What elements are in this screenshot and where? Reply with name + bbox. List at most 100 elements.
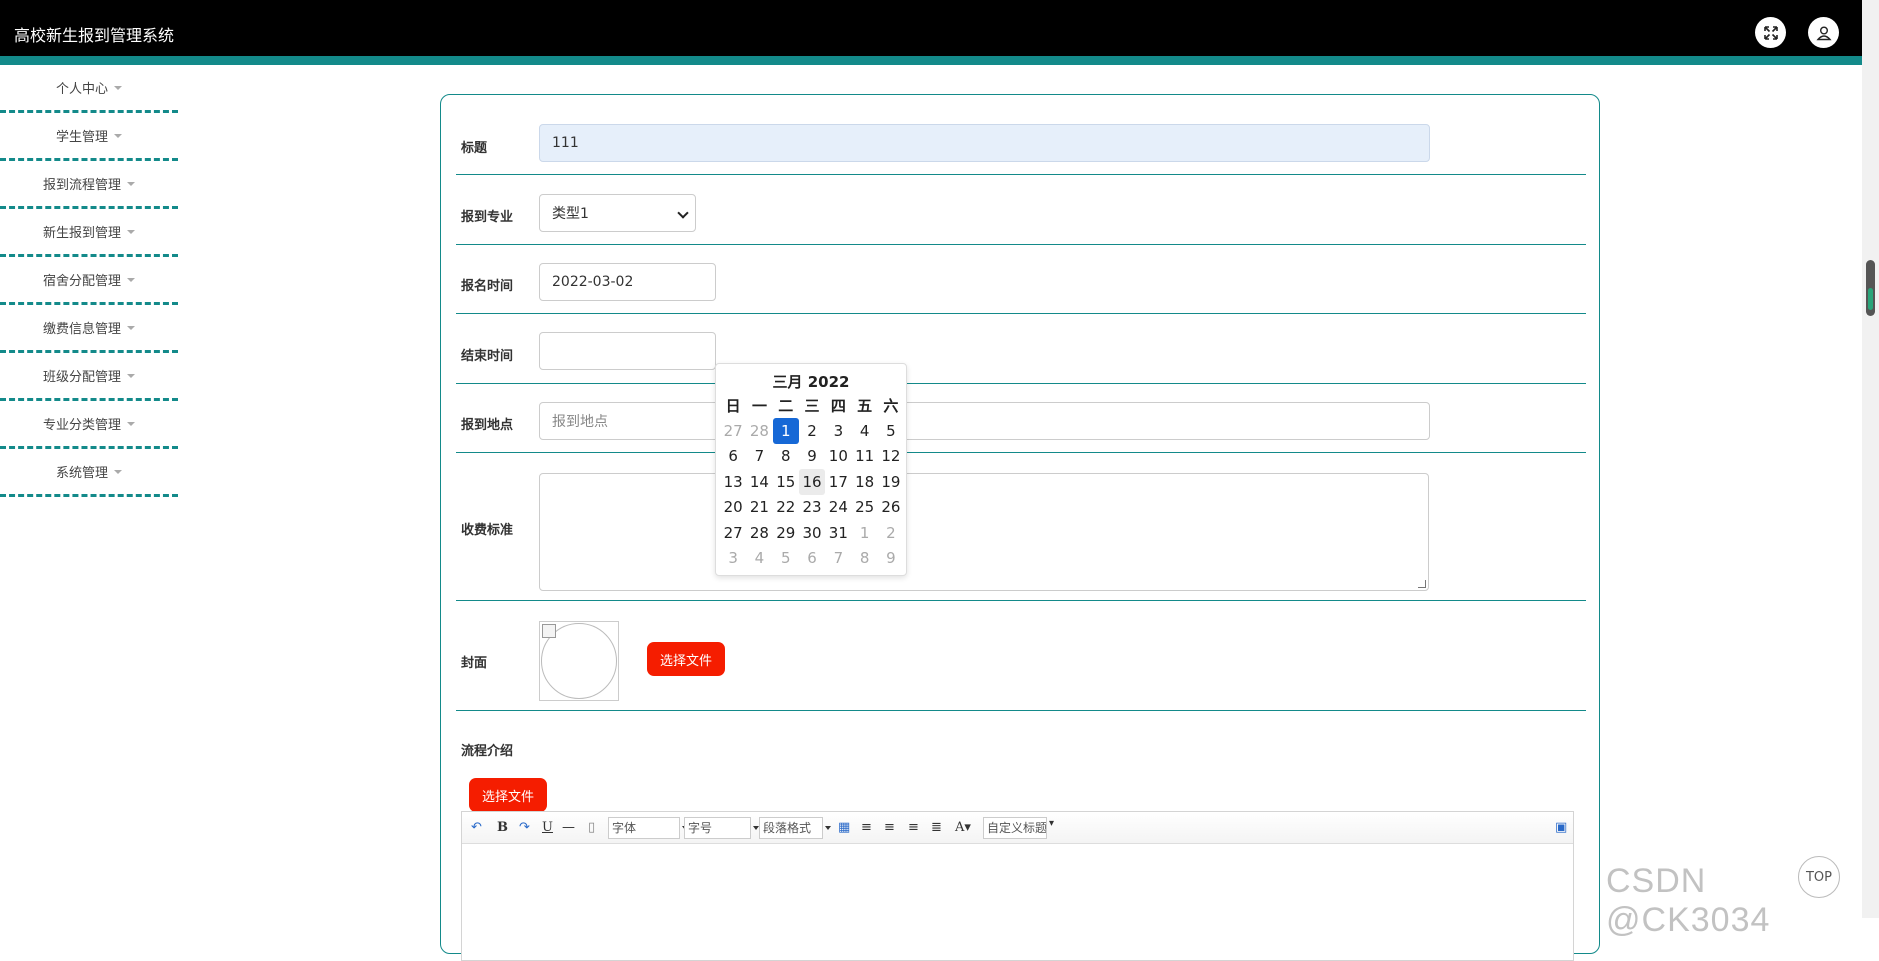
weekday-header: 一 [751,397,767,415]
sidebar-item-students[interactable]: 学生管理 [0,113,178,161]
date-picker-popup: 三月 2022 日 一 二 三 四 五 六 27 28 1 2 3 4 5 6 … [715,363,907,576]
sidebar-item-process[interactable]: 报到流程管理 [0,161,178,209]
calendar-day[interactable]: 9 [878,546,904,572]
html-source-icon[interactable]: ▣ [1555,820,1567,835]
sidebar-item-major[interactable]: 专业分类管理 [0,401,178,449]
calendar-day[interactable]: 20 [720,495,746,521]
font-color-icon[interactable]: A▾ [955,820,971,835]
calendar-day[interactable]: 22 [773,495,799,521]
rich-text-editor[interactable]: ↶ B ↷ U — ▯ 字体 字号 段落格式 ▦ ≡ ≡ ≡ ≣ A▾ 自定义标… [461,811,1574,961]
calendar-day[interactable]: 2 [799,418,825,444]
calendar-day[interactable]: 13 [720,469,746,495]
align-left-icon[interactable]: ≡ [861,820,872,835]
cover-label: 封面 [461,656,488,671]
calendar-day[interactable]: 7 [746,444,772,470]
calendar-day[interactable]: 8 [773,444,799,470]
title-input[interactable]: 111 [539,124,1430,162]
calendar-day[interactable]: 5 [773,546,799,572]
calendar-day[interactable]: 12 [878,444,904,470]
horizontal-rule-icon[interactable]: — [562,820,575,835]
page-scrollbar[interactable] [1862,0,1879,918]
process-label: 流程介绍 [461,744,514,759]
calendar-day[interactable]: 28 [746,418,772,444]
calendar-day[interactable]: 2 [878,520,904,546]
redo-icon[interactable]: ↷ [519,820,530,835]
calendar-day[interactable]: 10 [825,444,851,470]
calendar-day[interactable]: 17 [825,469,851,495]
calendar-day[interactable]: 5 [878,418,904,444]
signup-time-input[interactable]: 2022-03-02 [539,263,716,301]
calendar-month-header[interactable]: 三月 2022 [716,371,906,393]
chevron-down-icon [677,207,689,219]
expand-icon [1763,25,1778,40]
sidebar: 个人中心 学生管理 报到流程管理 新生报到管理 宿舍分配管理 缴费信息管理 班级… [0,65,178,497]
calendar-day[interactable]: 31 [825,520,851,546]
sidebar-item-class[interactable]: 班级分配管理 [0,353,178,401]
sidebar-item-system[interactable]: 系统管理 [0,449,178,497]
cover-choose-file-button[interactable]: 选择文件 [647,642,725,676]
undo-icon[interactable]: ↶ [471,820,482,835]
calendar-day[interactable]: 6 [720,444,746,470]
calendar-day[interactable]: 15 [773,469,799,495]
calendar-day[interactable]: 3 [825,418,851,444]
calendar-day[interactable]: 7 [825,546,851,572]
calendar-day[interactable]: 29 [773,520,799,546]
top-bar: 高校新生报到管理系统 [0,0,1862,65]
align-center-icon[interactable]: ≡ [908,820,919,835]
calendar-day[interactable]: 28 [746,520,772,546]
major-select[interactable]: 类型1 [539,194,696,232]
calendar-day[interactable]: 6 [799,546,825,572]
sidebar-item-personal[interactable]: 个人中心 [0,65,178,113]
calendar-day-hovered[interactable]: 16 [798,469,826,495]
sidebar-item-dormitory[interactable]: 宿舍分配管理 [0,257,178,305]
calendar-day[interactable]: 3 [720,546,746,572]
custom-title-select[interactable]: 自定义标题 [983,817,1047,839]
calendar-day[interactable]: 27 [720,418,746,444]
calendar-day-selected[interactable]: 1 [772,418,799,444]
end-time-input[interactable] [539,332,716,370]
align-justify-icon[interactable]: ≣ [931,820,942,835]
paragraph-format-select[interactable]: 段落格式 [759,817,831,839]
sidebar-item-label: 班级分配管理 [42,370,121,385]
calendar-day[interactable]: 9 [799,444,825,470]
calendar-day[interactable]: 19 [878,469,904,495]
calendar-day[interactable]: 8 [851,546,877,572]
fullscreen-button[interactable] [1755,17,1786,48]
process-choose-file-button[interactable]: 选择文件 [469,778,547,812]
weekday-header: 二 [778,397,794,415]
fee-textarea[interactable] [539,473,1429,591]
calendar-day[interactable]: 1 [851,520,877,546]
calendar-day[interactable]: 25 [851,495,877,521]
calendar-day[interactable]: 24 [825,495,851,521]
font-family-select[interactable]: 字体 [608,817,688,839]
font-size-select[interactable]: 字号 [684,817,759,839]
location-input[interactable]: 报到地点 [539,402,1430,440]
calendar-grid: 日 一 二 三 四 五 六 27 28 1 2 3 4 5 6 7 8 9 10… [720,393,904,571]
calendar-day[interactable]: 11 [851,444,877,470]
calendar-day[interactable]: 27 [720,520,746,546]
user-button[interactable] [1808,17,1839,48]
calendar-day[interactable]: 30 [799,520,825,546]
caret-down-icon [127,421,135,426]
calendar-day[interactable]: 21 [746,495,772,521]
calendar-day[interactable]: 14 [746,469,772,495]
end-time-label: 结束时间 [461,349,514,364]
calendar-day[interactable]: 18 [851,469,877,495]
underline-icon[interactable]: U [542,820,553,835]
resize-handle[interactable] [1418,580,1426,588]
calendar-day[interactable]: 4 [746,546,772,572]
table-icon[interactable]: ▦ [838,820,850,835]
bold-icon[interactable]: B [497,820,508,835]
align-right-icon[interactable]: ≡ [884,820,895,835]
sidebar-item-payment[interactable]: 缴费信息管理 [0,305,178,353]
dropdown-arrow-icon[interactable]: ▾ [1049,818,1054,829]
new-document-icon[interactable]: ▯ [588,820,595,835]
major-label: 报到专业 [461,210,514,225]
sidebar-item-registration[interactable]: 新生报到管理 [0,209,178,257]
calendar-day[interactable]: 4 [851,418,877,444]
weekday-header: 三 [804,397,820,415]
scrollbar-thumb[interactable] [1866,260,1875,316]
calendar-day[interactable]: 26 [878,495,904,521]
calendar-day[interactable]: 23 [799,495,825,521]
header-accent-bar [0,56,1862,65]
